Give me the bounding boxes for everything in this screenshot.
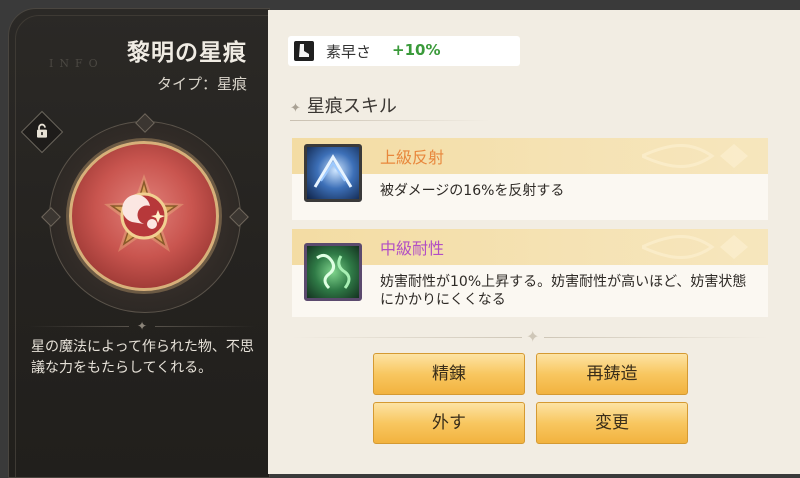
remove-button[interactable]: 外す [373,402,525,444]
refine-button[interactable]: 精錬 [373,353,525,395]
item-type: タイプ：星痕 [156,75,247,93]
resistance-skill-icon [304,243,362,301]
bottom-divider-right [544,337,768,338]
section-underline [290,120,490,121]
panel-watermark: INFO [49,57,104,70]
skill-card[interactable]: 中級耐性 妨害耐性が10%上昇する。妨害耐性が高いほど、妨害状態にかかりにくくな… [292,229,768,317]
change-button[interactable]: 変更 [536,402,688,444]
item-title: 黎明の星痕 [127,40,247,66]
divider-sparkle-icon: ✦ [137,319,148,333]
lock-icon [37,123,47,138]
ornament-icon [642,235,748,259]
bottom-divider-left [292,337,522,338]
dawn-star-mark-icon [104,174,184,252]
skill-description: 妨害耐性が10%上昇する。妨害耐性が高いほど、妨害状態にかかりにくくなる [380,274,747,308]
skill-card[interactable]: 上級反射 被ダメージの16%を反射する [292,138,768,220]
ornament-icon [642,144,748,168]
skill-description: 被ダメージの16%を反射する [380,183,565,199]
emblem-disc [69,141,219,291]
stat-label: 素早さ [326,43,372,61]
section-sparkle-icon: ✦ [290,101,301,116]
stat-value: +10% [392,41,441,59]
skills-section-label: 星痕スキル [306,96,397,117]
skill-card-header [292,138,768,174]
star-mark-emblem [41,113,249,313]
item-description: 星の魔法によって作られた物、不思議な力をもたらしてくれる。 [31,339,254,376]
skills-section-title: ✦ 星痕スキル [290,92,397,118]
divider-sparkle-icon: ✦ [526,327,540,346]
reforge-button[interactable]: 再鋳造 [536,353,688,395]
boot-icon [294,41,314,61]
desc-divider-right [155,326,255,327]
skill-name: 中級耐性 [380,239,445,258]
skill-name: 上級反射 [380,148,445,167]
stat-bar: 素早さ +10% [288,36,520,66]
skill-card-header [292,229,768,265]
desc-divider-left [29,326,129,327]
reflect-skill-icon [304,144,362,202]
item-info-panel: INFO 黎明の星痕 タイプ：星痕 ✦ 星の魔法によって作られた物、不思議な力を… [8,8,270,478]
